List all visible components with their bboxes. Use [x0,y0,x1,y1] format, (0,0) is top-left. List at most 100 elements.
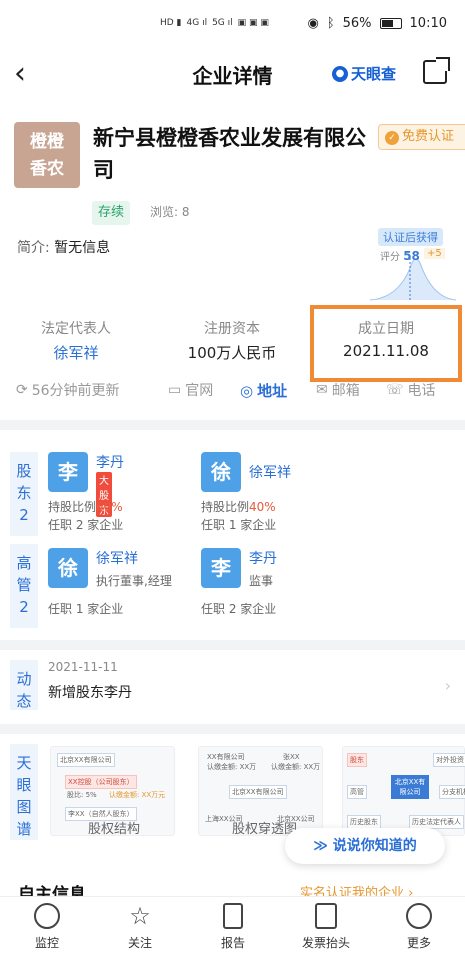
executives-panel: 高 管 2 徐 徐军祥 执行董事,经理 任职 1 家企业 李 李丹 监事 任职 … [0,540,465,630]
chevron-down-icon: ≫ [313,838,333,854]
ratio-value: 40% [249,500,276,514]
graph-node: 北京XX有限公司 [229,785,287,799]
enterprise-graph-tile[interactable]: 股东 对外投资 高管 北京XX有限公司 分支机构 历史股东 历史法定代表人 [342,746,465,836]
share-ratio: 持股比例40% [201,498,276,515]
intro-value: 暂无信息 [54,240,111,256]
person-role: 监事 [249,574,274,588]
refresh-update[interactable]: ⟳ 56分钟前更新 [16,380,120,400]
company-header: 橙橙 香农 新宁县橙橙香农业发展有限公司 ✓ 免费认证 存续 浏览: 8 简介: … [0,102,465,301]
graph-node: 认缴金额: XX万 [207,763,257,771]
location-icon: ◎ [240,381,254,400]
jobs-count: 任职 1 家企业 [48,602,124,616]
dynamics-label: 动 态 [10,660,38,710]
divider [0,724,465,734]
tab-more[interactable]: 更多 [384,903,454,951]
refresh-icon: ⟳ [16,382,28,398]
contact-links: ⟳ 56分钟前更新 ▭ 官网 ◎ 地址 ✉ 邮箱 ☏ 电话 [0,372,465,408]
ratio-value: 60% [96,500,123,514]
brand-text: 天眼查 [351,65,397,83]
feedback-label: 说说你知道的 [332,838,417,854]
email-label: 邮箱 [331,383,360,399]
brand-logo: ● 天眼查 [332,63,396,84]
person-name[interactable]: 徐军祥 [96,548,138,568]
fact-value[interactable]: 徐军祥 [38,342,114,363]
tab-label: 监控 [34,936,59,950]
fact-key: 法定代表人 [41,321,111,337]
person-name[interactable]: 李丹 [96,452,124,472]
graph-node: XX控股（公司股东） [65,775,137,789]
network-icon: 4G ıl [186,18,208,28]
company-logo: 橙橙 香农 [14,122,80,188]
update-text: 56分钟前更新 [31,383,120,399]
avatar: 徐 [201,452,241,492]
fact-key: 注册资本 [204,321,260,337]
app-icons: ▣ ▣ ▣ [237,18,269,28]
tab-label: 更多 [406,936,431,950]
score-widget[interactable]: 认证后获得 评分 58 +5 [368,228,458,306]
status-bar: HD ▮ 4G ıl 5G ıl ▣ ▣ ▣ ◉ ᛒ 56% 10:10 [0,0,465,46]
tianyancha-icon: ● [332,65,348,82]
tab-label: 发票抬头 [301,936,350,950]
website-link[interactable]: ▭ 官网 [168,380,213,400]
avatar: 徐 [48,548,88,588]
phone-icon: ☏ [386,382,404,398]
bottom-tab-bar: 监控 ☆ 关注 报告 发票抬头 更多 [0,896,465,960]
graph-node: 北京XX有限公司 [391,775,429,799]
sim-icon: HD ▮ [160,18,182,28]
email-link[interactable]: ✉ 邮箱 [316,380,360,400]
monitor-icon: ▭ [168,382,182,398]
person-name[interactable]: 李丹 [249,548,277,568]
share-icon[interactable] [423,57,450,84]
graph-node: 股东 [347,753,367,767]
shareholders-label[interactable]: 股 东 2 [10,452,38,536]
executives-label[interactable]: 高 管 2 [10,544,38,628]
shield-icon: ✓ [385,131,399,145]
battery-icon [379,17,402,29]
bluetooth-icon: ᛒ [326,15,335,31]
tab-report[interactable]: 报告 [198,903,268,951]
tab-monitor[interactable]: 监控 [12,903,82,951]
graph-node: 认缴金额: XX万元 [109,791,166,799]
tile-caption: 股权结构 [88,822,141,837]
tab-invoice[interactable]: 发票抬头 [291,903,361,951]
nav-bar: ‹ 企业详情 ● 天眼查 [0,46,465,102]
star-icon: ☆ [129,902,151,930]
share-ratio: 持股比例60% [48,498,123,515]
dynamic-text: 新增股东李丹 [48,685,132,701]
dynamic-date: 2021-11-11 [48,660,118,674]
ratio-label: 持股比例 [48,500,97,514]
tab-label: 报告 [220,936,245,950]
company-name: 新宁县橙橙香农业发展有限公司 [93,126,366,182]
jobs-count: 任职 2 家企业 [201,602,277,616]
camera-icon [34,903,60,929]
phone-link[interactable]: ☏ 电话 [386,380,436,400]
eye-icon: ◉ [307,15,319,31]
address-label: 地址 [257,382,288,400]
fact-legal-rep[interactable]: 法定代表人 徐军祥 [38,318,114,363]
website-label: 官网 [185,383,214,399]
status-badge: 存续 [92,201,131,225]
score-value: 58 [403,249,420,263]
score-label: 评分 [380,252,400,263]
tile-caption: 股权穿透图 [232,822,298,837]
graph-label: 天 眼 图 谱 [10,744,38,840]
battery-percent: 56% [342,15,372,31]
person-name[interactable]: 徐军祥 [249,462,291,482]
mail-icon: ✉ [316,382,328,398]
dynamics-panel[interactable]: 动 态 2021-11-11 新增股东李丹 › [0,652,465,714]
view-count: 浏览: 8 [150,205,190,219]
intro[interactable]: 简介: 暂无信息 [17,237,110,257]
graph-node: 历史股东 [347,815,381,829]
tab-label: 关注 [127,936,152,950]
divider [0,420,465,430]
score-text: 评分 58 [380,248,420,263]
logo-text: 橙橙 [30,132,64,152]
fact-value: 100万人民币 [187,344,277,362]
jobs-count: 任职 2 家企业 [48,518,124,532]
feedback-button[interactable]: ≫ 说说你知道的 [285,828,445,864]
tab-follow[interactable]: ☆ 关注 [105,903,175,951]
free-cert-button[interactable]: ✓ 免费认证 [378,124,465,150]
graph-node: 认缴金额: XX万 [271,763,321,771]
address-link[interactable]: ◎ 地址 [240,380,287,401]
logo-text: 香农 [30,159,64,179]
